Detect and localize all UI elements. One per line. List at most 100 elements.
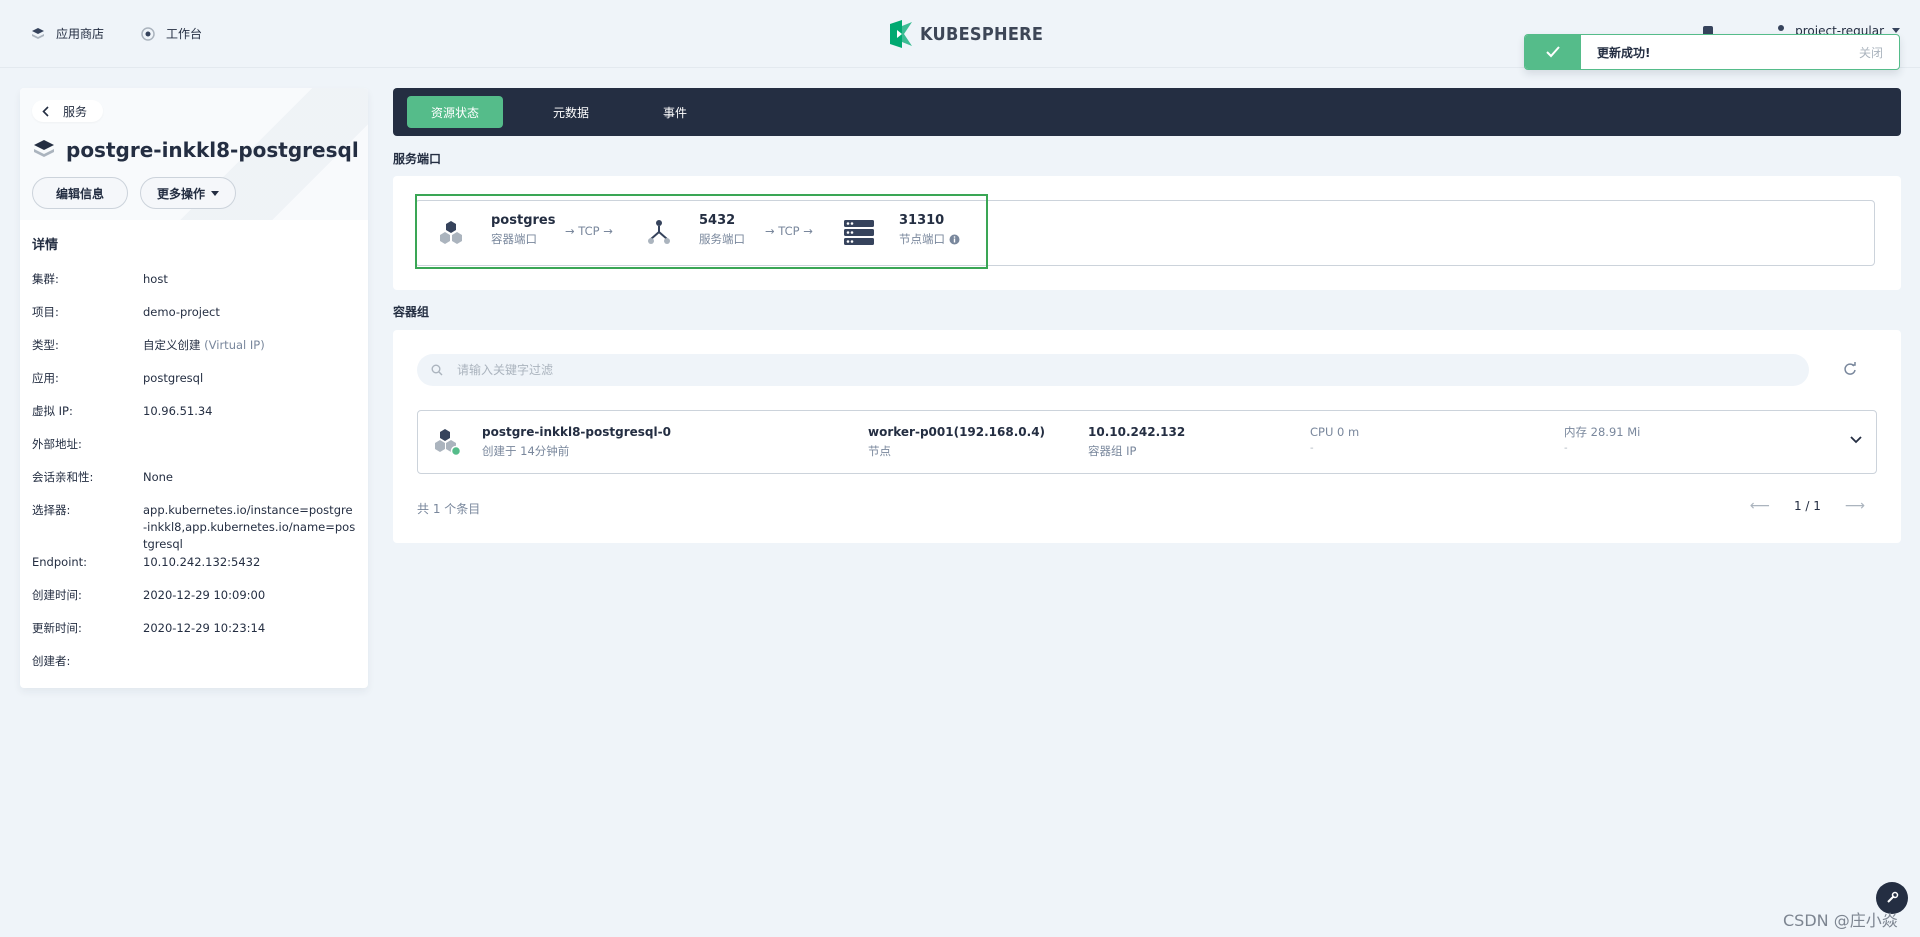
chevron-down-icon: [1850, 436, 1862, 444]
detail-value: host: [143, 272, 168, 286]
pod-cpu-col: CPU 0 m -: [1310, 423, 1359, 457]
more-actions-button[interactable]: 更多操作: [140, 177, 236, 209]
edit-info-button[interactable]: 编辑信息: [32, 177, 128, 209]
pod-ip-col: 10.10.242.132 容器组 IP: [1088, 423, 1185, 461]
service-ports-card: postgres 容器端口 → TCP → 5432 服务端口 → TCP → …: [393, 176, 1901, 290]
kubesphere-logo[interactable]: KUBESPHERE: [888, 20, 1057, 48]
nav-workbench-label: 工作台: [166, 27, 203, 41]
detail-value: [143, 436, 356, 469]
refresh-button[interactable]: [1843, 362, 1857, 379]
search-icon: [431, 364, 443, 376]
detail-value: 10.10.242.132:5432: [143, 555, 261, 569]
pod-search-input[interactable]: [457, 363, 1057, 377]
node-port-text: 31310 节点端口: [899, 212, 960, 248]
detail-key: 集群:: [32, 272, 59, 286]
detail-row: 外部地址:: [32, 436, 356, 469]
pod-icon-wrap: [434, 427, 462, 460]
app-store-icon: [32, 27, 44, 39]
node-port-icon-wrap: [843, 218, 875, 248]
detail-key: 外部地址:: [32, 437, 82, 451]
details-title: 详情: [32, 238, 59, 253]
container-port: [437, 218, 465, 246]
container-icon: [440, 221, 462, 244]
nav-app-store-label: 应用商店: [56, 27, 105, 41]
type-extra: (Virtual IP): [204, 338, 265, 352]
details-section: 详情 集群: host 项目: demo-project 类型: 自定义创建 (Vir…: [20, 220, 368, 686]
detail-row: 更新时间: 2020-12-29 10:23:14: [32, 620, 356, 653]
tab-metadata[interactable]: 元数据: [529, 96, 613, 128]
type-value: 自定义创建: [143, 338, 201, 352]
pod-cpu: CPU 0 m: [1310, 425, 1360, 439]
tab-resource-status[interactable]: 资源状态: [407, 96, 504, 128]
detail-value: app.kubernetes.io/instance=postgre-inkkl…: [143, 503, 356, 551]
pod-ip: 10.10.242.132: [1088, 425, 1186, 439]
more-actions-label: 更多操作: [156, 186, 205, 201]
back-button[interactable]: 服务: [32, 100, 104, 122]
nav-workbench[interactable]: 工作台: [140, 25, 202, 42]
info-icon[interactable]: [949, 234, 960, 245]
pod-cpu-sub: -: [1310, 443, 1314, 454]
pod-node-col: worker-p001(192.168.0.4) 节点: [868, 423, 1045, 461]
pod-icon: [435, 429, 462, 457]
workbench-icon: [141, 26, 155, 41]
container-port-name: postgres: [491, 213, 556, 228]
service-ports-title: 服务端口: [393, 152, 442, 166]
detail-row: 创建时间: 2020-12-29 10:09:00: [32, 587, 356, 620]
service-actions: 编辑信息 更多操作: [32, 177, 236, 209]
detail-value: postgresql: [143, 371, 204, 385]
success-toast: 更新成功! 关闭: [1524, 34, 1900, 70]
pod-total: 共 1 个条目: [417, 502, 481, 516]
service-title: postgre-inkkl8-postgresql: [32, 138, 359, 162]
service-name: postgre-inkkl8-postgresql: [66, 138, 359, 162]
detail-value: demo-project: [143, 305, 220, 319]
detail-row: 会话亲和性: None: [32, 469, 356, 502]
detail-value: [143, 653, 356, 686]
prev-page-button[interactable]: ⟵: [1750, 498, 1770, 514]
watermark: CSDN @庄小焱: [1783, 911, 1898, 930]
protocol-arrow-1: → TCP →: [565, 224, 613, 238]
detail-key: 创建者:: [32, 654, 71, 668]
service-icon: [34, 140, 54, 157]
caret-down-icon: [211, 190, 219, 196]
server-icon: [844, 220, 874, 245]
service-port-icon-wrap: [645, 218, 673, 246]
pod-node-label: 节点: [868, 444, 891, 458]
pagination: ⟵ 1 / 1 ⟶: [1750, 498, 1865, 514]
detail-tabs: 资源状态 元数据 事件: [393, 88, 1901, 136]
logo-text: KUBESPHERE: [920, 23, 1044, 45]
node-port-label: 节点端口: [899, 232, 945, 246]
container-port-text: postgres 容器端口: [491, 212, 555, 248]
expand-button[interactable]: [1850, 433, 1862, 447]
refresh-icon: [1844, 362, 1856, 375]
pod-ip-label: 容器组 IP: [1088, 444, 1137, 458]
pods-title: 容器组: [393, 305, 430, 319]
pod-name[interactable]: postgre-inkkl8-postgresql-0: [482, 423, 671, 441]
detail-row: 虚拟 IP: 10.96.51.34: [32, 403, 356, 436]
detail-value: 10.96.51.34: [143, 404, 213, 418]
service-detail-panel: 服务 postgre-inkkl8-postgresql 编辑信息 更多操作 详…: [20, 88, 368, 688]
top-nav: 应用商店 工作台: [30, 25, 202, 42]
page-indicator: 1 / 1: [1793, 499, 1821, 513]
toast-check-icon: [1525, 35, 1581, 69]
detail-key: 项目:: [32, 305, 59, 319]
nav-app-store[interactable]: 应用商店: [30, 25, 104, 42]
detail-key: 类型:: [32, 338, 59, 352]
detail-key: 更新时间:: [32, 621, 82, 635]
pod-row[interactable]: postgre-inkkl8-postgresql-0 创建于 14分钟前 wo…: [417, 410, 1877, 474]
toast-close-button[interactable]: 关闭: [1859, 44, 1899, 61]
detail-key: 虚拟 IP:: [32, 404, 73, 418]
detail-row: 应用: postgresql: [32, 370, 356, 403]
detail-key: Endpoint:: [32, 555, 88, 569]
container-port-label: 容器端口: [491, 232, 537, 246]
node-port-number: 31310: [899, 213, 945, 228]
tab-events[interactable]: 事件: [639, 96, 711, 128]
detail-row: 创建者:: [32, 653, 356, 686]
toast-message: 更新成功!: [1597, 45, 1651, 60]
pod-search-bar: [417, 354, 1809, 386]
pod-node[interactable]: worker-p001(192.168.0.4): [868, 423, 1045, 441]
chevron-left-icon: [42, 105, 49, 117]
detail-value: 2020-12-29 10:09:00: [143, 588, 266, 602]
detail-value: 自定义创建 (Virtual IP): [143, 337, 356, 370]
service-port-number: 5432: [699, 213, 736, 228]
next-page-button[interactable]: ⟶: [1845, 498, 1865, 514]
